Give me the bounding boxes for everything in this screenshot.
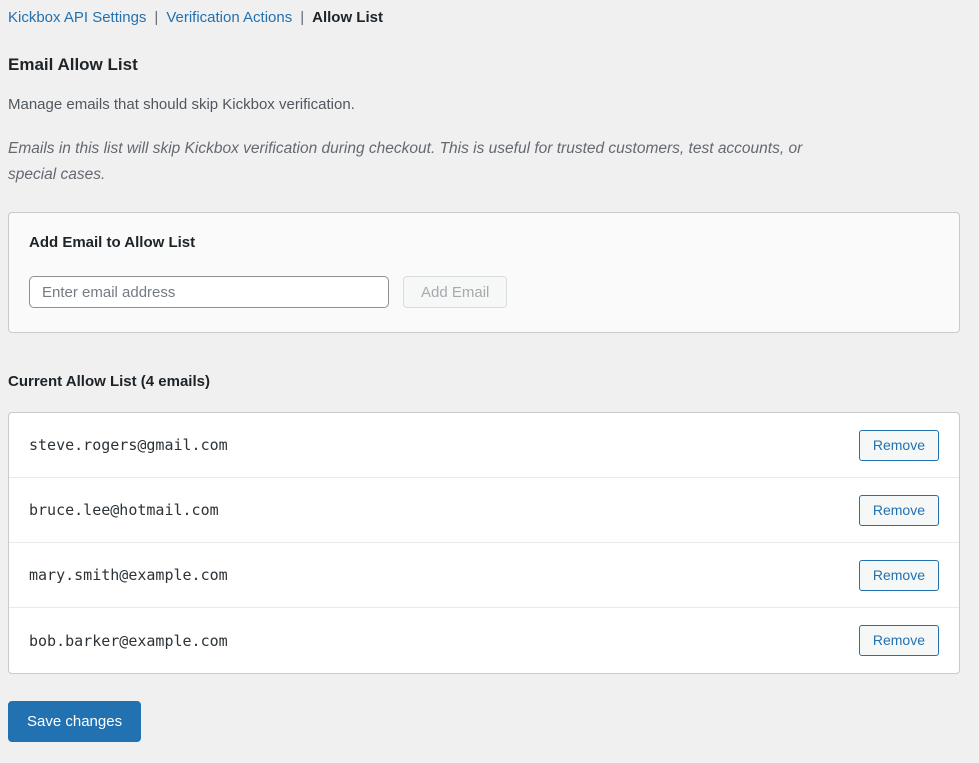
remove-button[interactable]: Remove bbox=[858, 494, 939, 526]
page-subtitle: Manage emails that should skip Kickbox v… bbox=[8, 96, 355, 113]
email-text: mary.smith@example.com bbox=[29, 566, 228, 584]
remove-button[interactable]: Remove bbox=[858, 429, 939, 461]
page-note: Emails in this list will skip Kickbox ve… bbox=[8, 136, 960, 188]
save-changes-button[interactable]: Save changes bbox=[8, 701, 142, 742]
settings-tabs: Kickbox API Settings | Verification Action… bbox=[8, 9, 960, 27]
remove-button[interactable]: Remove bbox=[858, 559, 939, 591]
tab-separator: | bbox=[300, 9, 305, 26]
settings-page: Kickbox API Settings | Verification Action… bbox=[0, 0, 979, 742]
email-row: bruce.lee@hotmail.com Remove bbox=[9, 478, 959, 543]
tab-kickbox-api-settings[interactable]: Kickbox API Settings bbox=[8, 9, 146, 26]
email-input[interactable] bbox=[29, 276, 389, 308]
tab-allow-list-current: Allow List bbox=[312, 9, 383, 26]
page-note-line: special cases. bbox=[8, 166, 106, 183]
add-email-button[interactable]: Add Email bbox=[403, 276, 508, 308]
remove-button[interactable]: Remove bbox=[858, 625, 939, 656]
email-text: bob.barker@example.com bbox=[29, 631, 228, 650]
tab-separator: | bbox=[154, 9, 159, 26]
add-email-section: Add Email to Allow List Add Email bbox=[8, 212, 960, 333]
email-row: bob.barker@example.com Remove bbox=[9, 608, 959, 673]
email-row: steve.rogers@gmail.com Remove bbox=[9, 413, 959, 478]
page-title: Email Allow List bbox=[8, 55, 138, 74]
page-note-line: Emails in this list will skip Kickbox ve… bbox=[8, 140, 803, 157]
allow-list-heading: Current Allow List (4 emails) bbox=[8, 373, 210, 390]
tab-verification-actions[interactable]: Verification Actions bbox=[166, 9, 292, 26]
add-email-heading: Add Email to Allow List bbox=[29, 234, 196, 251]
add-email-row: Add Email bbox=[29, 276, 939, 308]
email-text: bruce.lee@hotmail.com bbox=[29, 501, 219, 519]
email-text: steve.rogers@gmail.com bbox=[29, 436, 228, 454]
email-list: steve.rogers@gmail.com Remove bruce.lee@… bbox=[8, 412, 960, 674]
email-row: mary.smith@example.com Remove bbox=[9, 543, 959, 608]
